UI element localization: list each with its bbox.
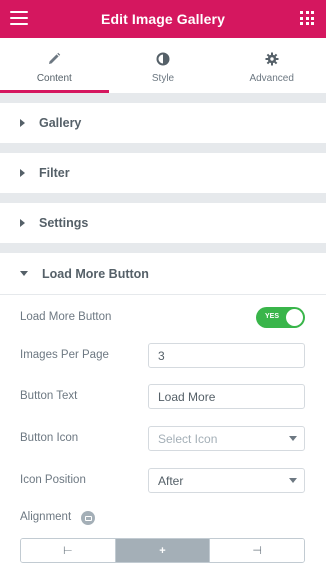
desktop-icon[interactable] bbox=[81, 511, 95, 525]
section-title: Settings bbox=[39, 216, 89, 230]
section-title: Load More Button bbox=[42, 266, 149, 281]
button-icon-select[interactable]: Select Icon bbox=[148, 426, 305, 451]
gear-icon bbox=[264, 51, 280, 67]
toggle-state-text: YES bbox=[265, 313, 280, 320]
caret-right-icon bbox=[20, 119, 25, 127]
chevron-down-icon bbox=[289, 478, 297, 483]
load-more-toggle[interactable]: YES bbox=[256, 307, 305, 328]
caret-right-icon bbox=[20, 219, 25, 227]
button-icon-label: Button Icon bbox=[20, 432, 79, 444]
button-text-input[interactable]: Load More bbox=[148, 384, 305, 409]
hamburger-icon[interactable] bbox=[10, 11, 28, 25]
section-title: Gallery bbox=[39, 116, 82, 130]
tab-style-label: Style bbox=[151, 73, 175, 84]
toggle-knob bbox=[286, 309, 303, 326]
align-right-button[interactable]: ⊣ bbox=[209, 539, 304, 562]
grid-icon[interactable] bbox=[300, 11, 314, 25]
panel-tabs: Content Style Advanced bbox=[0, 38, 326, 93]
alignment-label: Alignment bbox=[20, 511, 72, 523]
icon-position-label: Icon Position bbox=[20, 474, 86, 486]
align-center-icon: + bbox=[159, 544, 166, 557]
section-divider bbox=[0, 243, 326, 253]
section-divider bbox=[0, 193, 326, 203]
align-left-button[interactable]: ⊢ bbox=[21, 539, 115, 562]
chevron-down-icon bbox=[289, 436, 297, 441]
tab-advanced-label: Advanced bbox=[249, 73, 294, 84]
header-bar: Edit Image Gallery bbox=[0, 0, 326, 38]
section-divider bbox=[0, 93, 326, 103]
section-gallery[interactable]: Gallery bbox=[0, 103, 326, 143]
half-circle-icon bbox=[155, 51, 171, 67]
pencil-icon bbox=[46, 51, 62, 67]
tab-style[interactable]: Style bbox=[108, 38, 218, 93]
button-text-value: Load More bbox=[158, 389, 216, 404]
align-right-icon: ⊣ bbox=[252, 545, 262, 557]
section-load-more[interactable]: Load More Button bbox=[0, 253, 326, 294]
section-filter[interactable]: Filter bbox=[0, 153, 326, 193]
images-per-page-label: Images Per Page bbox=[20, 349, 109, 361]
align-center-button[interactable]: + bbox=[114, 539, 210, 562]
button-text-label: Button Text bbox=[20, 390, 78, 402]
section-title: Filter bbox=[39, 166, 70, 180]
caret-right-icon bbox=[20, 169, 25, 177]
images-per-page-input[interactable]: 3 bbox=[148, 343, 305, 368]
panel-title: Edit Image Gallery bbox=[101, 11, 225, 27]
tab-content-label: Content bbox=[36, 73, 72, 84]
load-more-toggle-label: Load More Button bbox=[20, 311, 112, 323]
tab-advanced[interactable]: Advanced bbox=[217, 38, 326, 93]
icon-position-value: After bbox=[158, 473, 184, 488]
button-icon-placeholder: Select Icon bbox=[158, 431, 218, 446]
section-divider bbox=[0, 143, 326, 153]
section-settings[interactable]: Settings bbox=[0, 203, 326, 243]
tab-content[interactable]: Content bbox=[0, 38, 109, 93]
images-per-page-value: 3 bbox=[158, 348, 165, 363]
icon-position-select[interactable]: After bbox=[148, 468, 305, 493]
align-left-icon: ⊢ bbox=[63, 545, 73, 557]
alignment-choices: ⊢ + ⊣ bbox=[20, 538, 305, 563]
caret-down-icon bbox=[20, 271, 28, 276]
